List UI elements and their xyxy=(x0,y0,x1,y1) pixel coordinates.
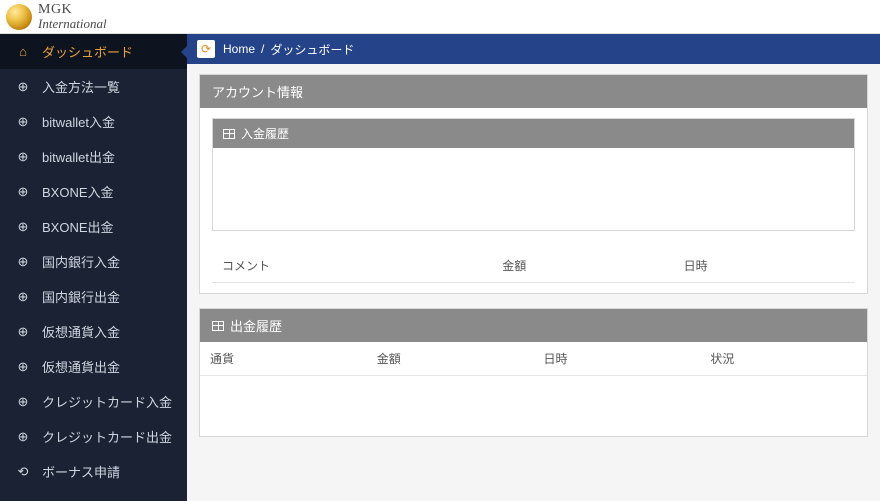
sidebar-item-label: クレジットカード出金 xyxy=(42,427,172,446)
sidebar-item-3[interactable]: ⊕ bitwallet出金 xyxy=(0,139,187,174)
column-header: 金額 xyxy=(492,249,673,283)
sidebar-item-12[interactable]: ⟲ ボーナス申請 xyxy=(0,454,187,489)
deposit-history-title: 入金履歴 xyxy=(241,125,289,142)
withdraw-history-title: 出金履歴 xyxy=(230,316,282,335)
column-header: 状況 xyxy=(700,342,867,376)
sidebar-item-9[interactable]: ⊕ 仮想通貨出金 xyxy=(0,349,187,384)
sidebar-item-label: BXONE出金 xyxy=(42,217,114,236)
sidebar-item-label: 国内銀行入金 xyxy=(42,252,120,271)
brand-line1: MGK xyxy=(38,3,107,17)
breadcrumb-current: ダッシュボード xyxy=(270,41,354,58)
brand-line2: International xyxy=(38,17,107,30)
circle-arrow-icon: ⊕ xyxy=(14,324,32,340)
sidebar-item-11[interactable]: ⊕ クレジットカード出金 xyxy=(0,419,187,454)
deposit-history-columns-table: コメント金額日時 xyxy=(212,249,855,283)
sidebar-item-7[interactable]: ⊕ 国内銀行出金 xyxy=(0,279,187,314)
column-header: 通貨 xyxy=(200,342,367,376)
deposit-history-body xyxy=(213,148,854,230)
circle-arrow-icon: ⊕ xyxy=(14,254,32,270)
circle-arrow-icon: ⊕ xyxy=(14,394,32,410)
deposit-history-header: 入金履歴 xyxy=(213,119,854,148)
logo-icon xyxy=(6,4,32,30)
column-header: 金額 xyxy=(367,342,534,376)
circle-arrow-icon: ⊕ xyxy=(14,219,32,235)
breadcrumb-sep: / xyxy=(261,42,264,56)
sidebar-item-label: 仮想通貨入金 xyxy=(42,322,120,341)
column-header: コメント xyxy=(212,249,492,283)
sidebar-item-8[interactable]: ⊕ 仮想通貨入金 xyxy=(0,314,187,349)
sidebar: ⌂ダッシュボード⊕入金方法一覧⊕bitwallet入金⊕bitwallet出金⊕… xyxy=(0,34,187,501)
sidebar-item-6[interactable]: ⊕ 国内銀行入金 xyxy=(0,244,187,279)
circle-arrow-icon: ⊕ xyxy=(14,359,32,375)
sidebar-item-5[interactable]: ⊕ BXONE出金 xyxy=(0,209,187,244)
sidebar-item-label: bitwallet出金 xyxy=(42,147,115,166)
account-info-title: アカウント情報 xyxy=(200,75,867,108)
sidebar-item-2[interactable]: ⊕ bitwallet入金 xyxy=(0,104,187,139)
refresh-icon[interactable]: ⟳ xyxy=(197,40,215,58)
sidebar-item-label: 国内銀行出金 xyxy=(42,287,120,306)
sidebar-item-4[interactable]: ⊕ BXONE入金 xyxy=(0,174,187,209)
circle-arrow-icon: ⊕ xyxy=(14,79,32,95)
breadcrumb-home[interactable]: Home xyxy=(223,42,255,56)
circle-arrow-icon: ⊕ xyxy=(14,429,32,445)
table-icon xyxy=(212,321,224,331)
sidebar-item-label: 入金方法一覧 xyxy=(42,77,120,96)
circle-arrow-icon: ⊕ xyxy=(14,149,32,165)
circle-arrow-icon: ⊕ xyxy=(14,289,32,305)
sidebar-item-label: BXONE入金 xyxy=(42,182,114,201)
home-icon: ⌂ xyxy=(14,44,32,59)
logo-text: MGK International xyxy=(38,3,107,30)
sidebar-item-label: クレジットカード入金 xyxy=(42,392,172,411)
sidebar-item-0[interactable]: ⌂ ダッシュボード xyxy=(0,34,187,69)
table-icon xyxy=(223,129,235,139)
withdraw-history-panel: 出金履歴 通貨金額日時状況 xyxy=(199,308,868,437)
breadcrumb: ⟳ Home / ダッシュボード xyxy=(187,34,880,64)
withdraw-history-table: 通貨金額日時状況 xyxy=(200,342,867,436)
main-area: ⟳ Home / ダッシュボード アカウント情報 入金履歴 xyxy=(187,34,880,501)
sidebar-item-1[interactable]: ⊕ 入金方法一覧 xyxy=(0,69,187,104)
column-header: 日時 xyxy=(674,249,855,283)
sidebar-item-label: 仮想通貨出金 xyxy=(42,357,120,376)
column-header: 日時 xyxy=(534,342,701,376)
circle-arrow-icon: ⊕ xyxy=(14,184,32,200)
sidebar-item-label: bitwallet入金 xyxy=(42,112,115,131)
content: アカウント情報 入金履歴 コメント金額日時 xyxy=(187,64,880,461)
sidebar-item-label: ボーナス申請 xyxy=(42,462,120,481)
circle-arrow-icon: ⊕ xyxy=(14,114,32,130)
deposit-history-panel: 入金履歴 xyxy=(212,118,855,231)
share-icon: ⟲ xyxy=(14,464,32,480)
sidebar-item-label: ダッシュボード xyxy=(42,42,133,61)
account-info-panel: アカウント情報 入金履歴 コメント金額日時 xyxy=(199,74,868,294)
sidebar-item-10[interactable]: ⊕ クレジットカード入金 xyxy=(0,384,187,419)
withdraw-history-header: 出金履歴 xyxy=(200,309,867,342)
app-header: MGK International xyxy=(0,0,880,34)
